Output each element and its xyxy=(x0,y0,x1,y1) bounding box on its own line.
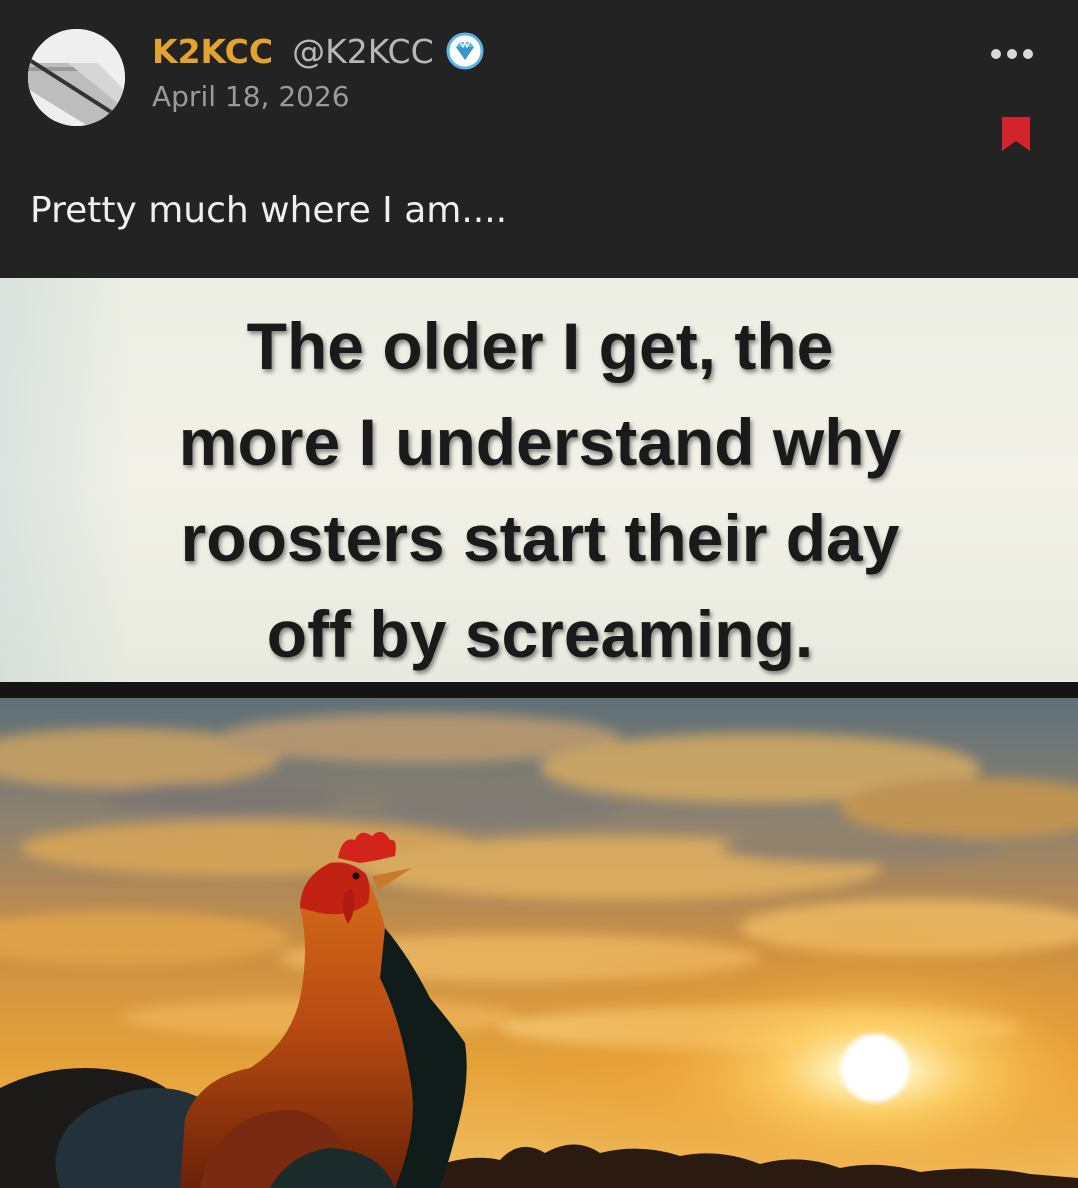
more-options-button[interactable] xyxy=(982,36,1042,72)
author-handle[interactable]: @K2KCC xyxy=(292,32,434,71)
meme-divider xyxy=(0,682,1078,698)
post-card: K2KCC @K2KCC April 18, 2026 Pretty much … xyxy=(0,0,1078,1188)
bookmark-icon[interactable] xyxy=(1000,115,1032,153)
avatar-logo-icon xyxy=(28,29,125,126)
more-dot xyxy=(1007,49,1017,59)
post-header: K2KCC @K2KCC April 18, 2026 Pretty much … xyxy=(0,0,1078,278)
meme-caption-line: more I understand why xyxy=(178,405,902,479)
post-date: April 18, 2026 xyxy=(152,80,350,113)
meme-caption: The older I get, the more I understand w… xyxy=(40,298,1040,682)
meme-caption-panel: The older I get, the more I understand w… xyxy=(0,278,1078,682)
author-display-name[interactable]: K2KCC xyxy=(152,32,273,71)
more-dot xyxy=(1023,49,1033,59)
author-name-row: K2KCC @K2KCC xyxy=(152,28,484,74)
author-avatar[interactable] xyxy=(28,29,125,126)
rooster-sunrise-photo xyxy=(0,698,1078,1188)
meme-caption-line: off by screaming. xyxy=(266,597,814,671)
diamond-badge-icon xyxy=(446,32,484,70)
post-body-text: Pretty much where I am.... xyxy=(30,190,508,231)
post-media-image[interactable]: The older I get, the more I understand w… xyxy=(0,278,1078,1188)
meme-caption-line: The older I get, the xyxy=(246,309,834,383)
more-dots-icon xyxy=(991,49,1001,59)
meme-caption-line: roosters start their day xyxy=(180,501,900,575)
